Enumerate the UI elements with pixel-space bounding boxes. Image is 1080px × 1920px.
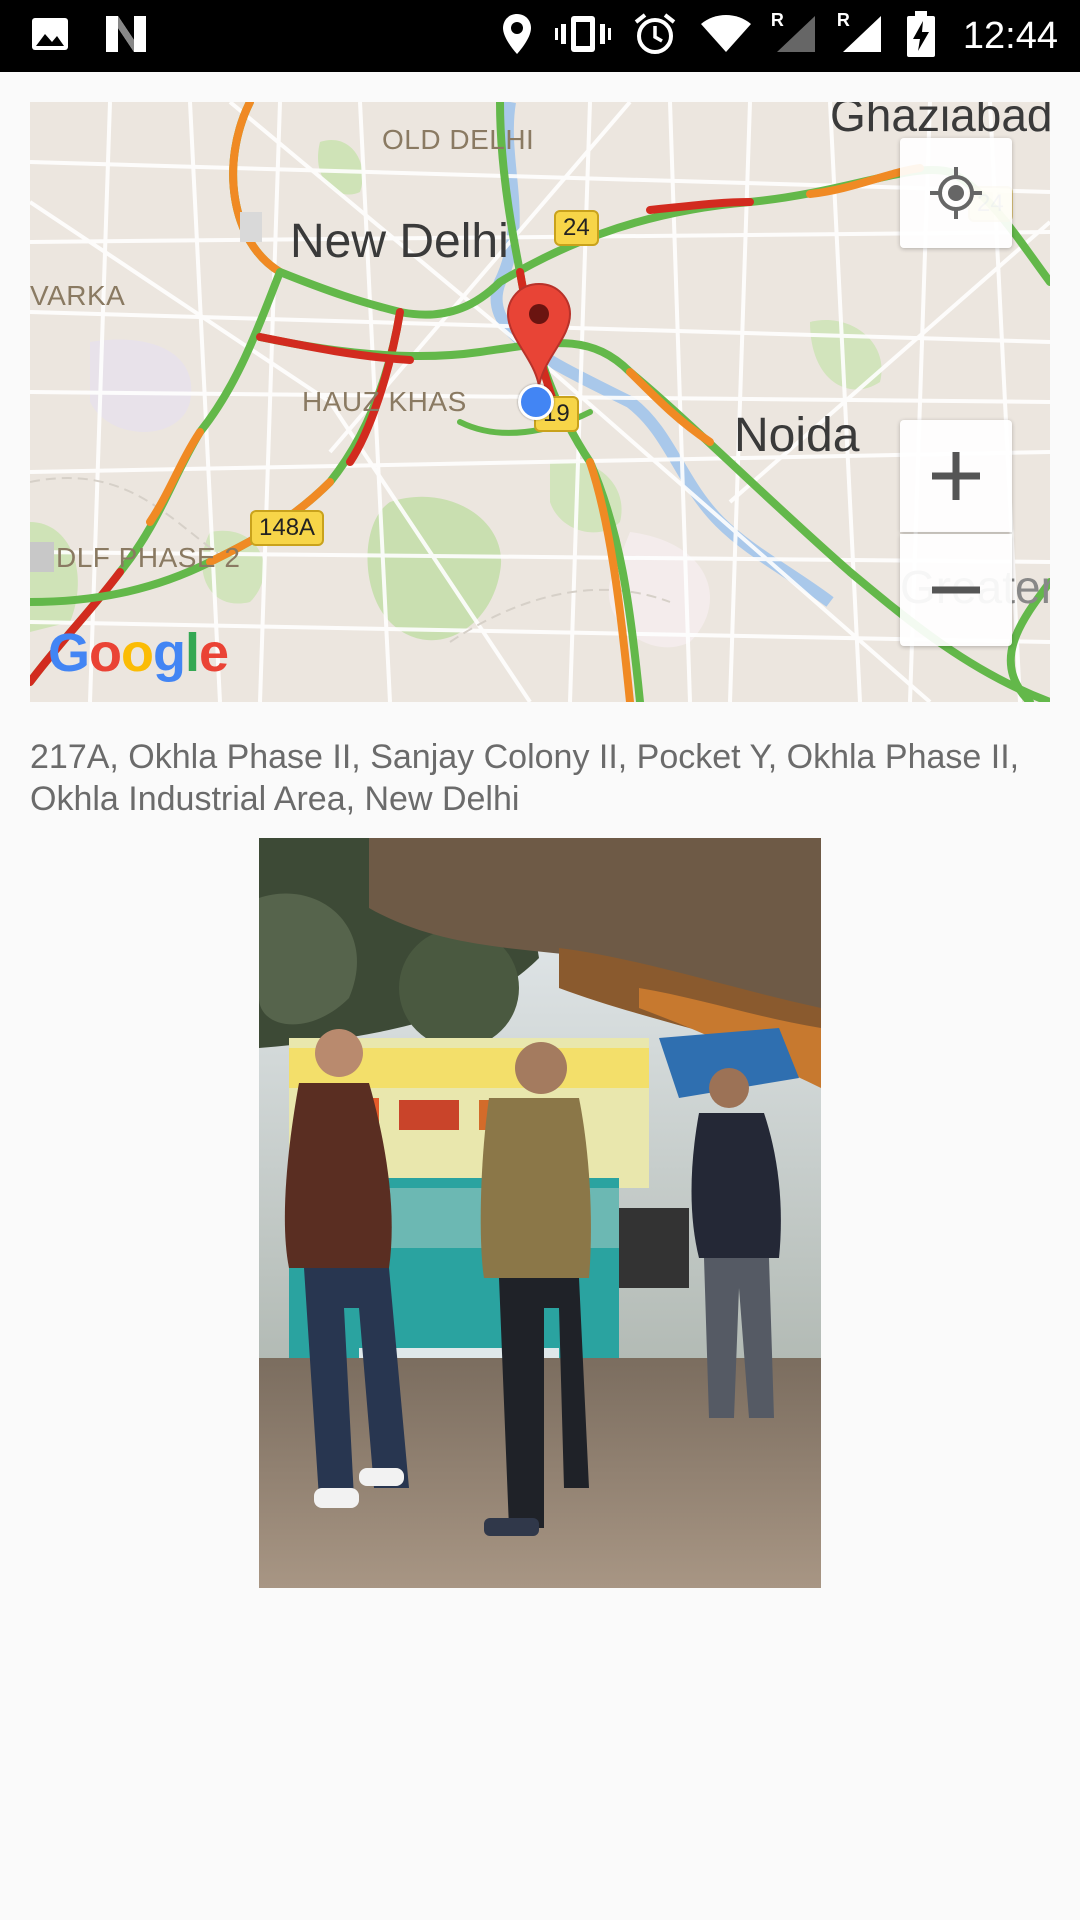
map-label-ghaziabad: Ghaziabad [830,102,1050,141]
plus-icon [932,452,980,500]
map-label-dlf-phase-2: DLF PHASE 2 [56,542,241,573]
n-logo-icon [104,14,148,58]
road-shield-148a: 148A [250,510,325,546]
map-view[interactable]: Ghaziabad OLD DELHI New Delhi VARKA HAUZ… [30,102,1050,702]
minus-icon [932,586,980,594]
roaming-marker: R [770,10,784,30]
battery-charging-icon [906,11,935,61]
street-food-stall-photo[interactable] [259,838,821,1588]
zoom-out-button[interactable] [900,534,1012,646]
status-bar: R R 12:44 [0,0,1080,72]
road-shield-24: 24 [554,210,599,246]
signal-r-icon: R [771,10,819,58]
zoom-in-button[interactable] [900,420,1012,532]
my-location-dot [518,384,554,420]
location-icon [501,12,533,60]
vibrate-icon [554,14,611,58]
crosshair-icon [930,167,982,219]
wifi-icon [699,14,753,58]
clock: 12:44 [962,14,1058,57]
address-text: 217A, Okhla Phase II, Sanjay Colony II, … [30,738,1020,818]
map-label-new-delhi: New Delhi [290,215,509,268]
gallery-icon [30,14,70,58]
google-logo: Google [48,623,229,683]
map-label-noida: Noida [734,409,860,462]
alarm-icon [633,12,677,60]
map-label-hauz-khas: HAUZ KHAS [302,386,467,417]
location-marker-pin[interactable] [504,280,574,394]
map-label-old-delhi: OLD DELHI [382,124,535,155]
map-label-dwarka: VARKA [30,280,126,311]
my-location-button[interactable] [900,138,1012,248]
roaming-marker: R [836,10,850,30]
signal-r-icon: R [837,10,885,58]
